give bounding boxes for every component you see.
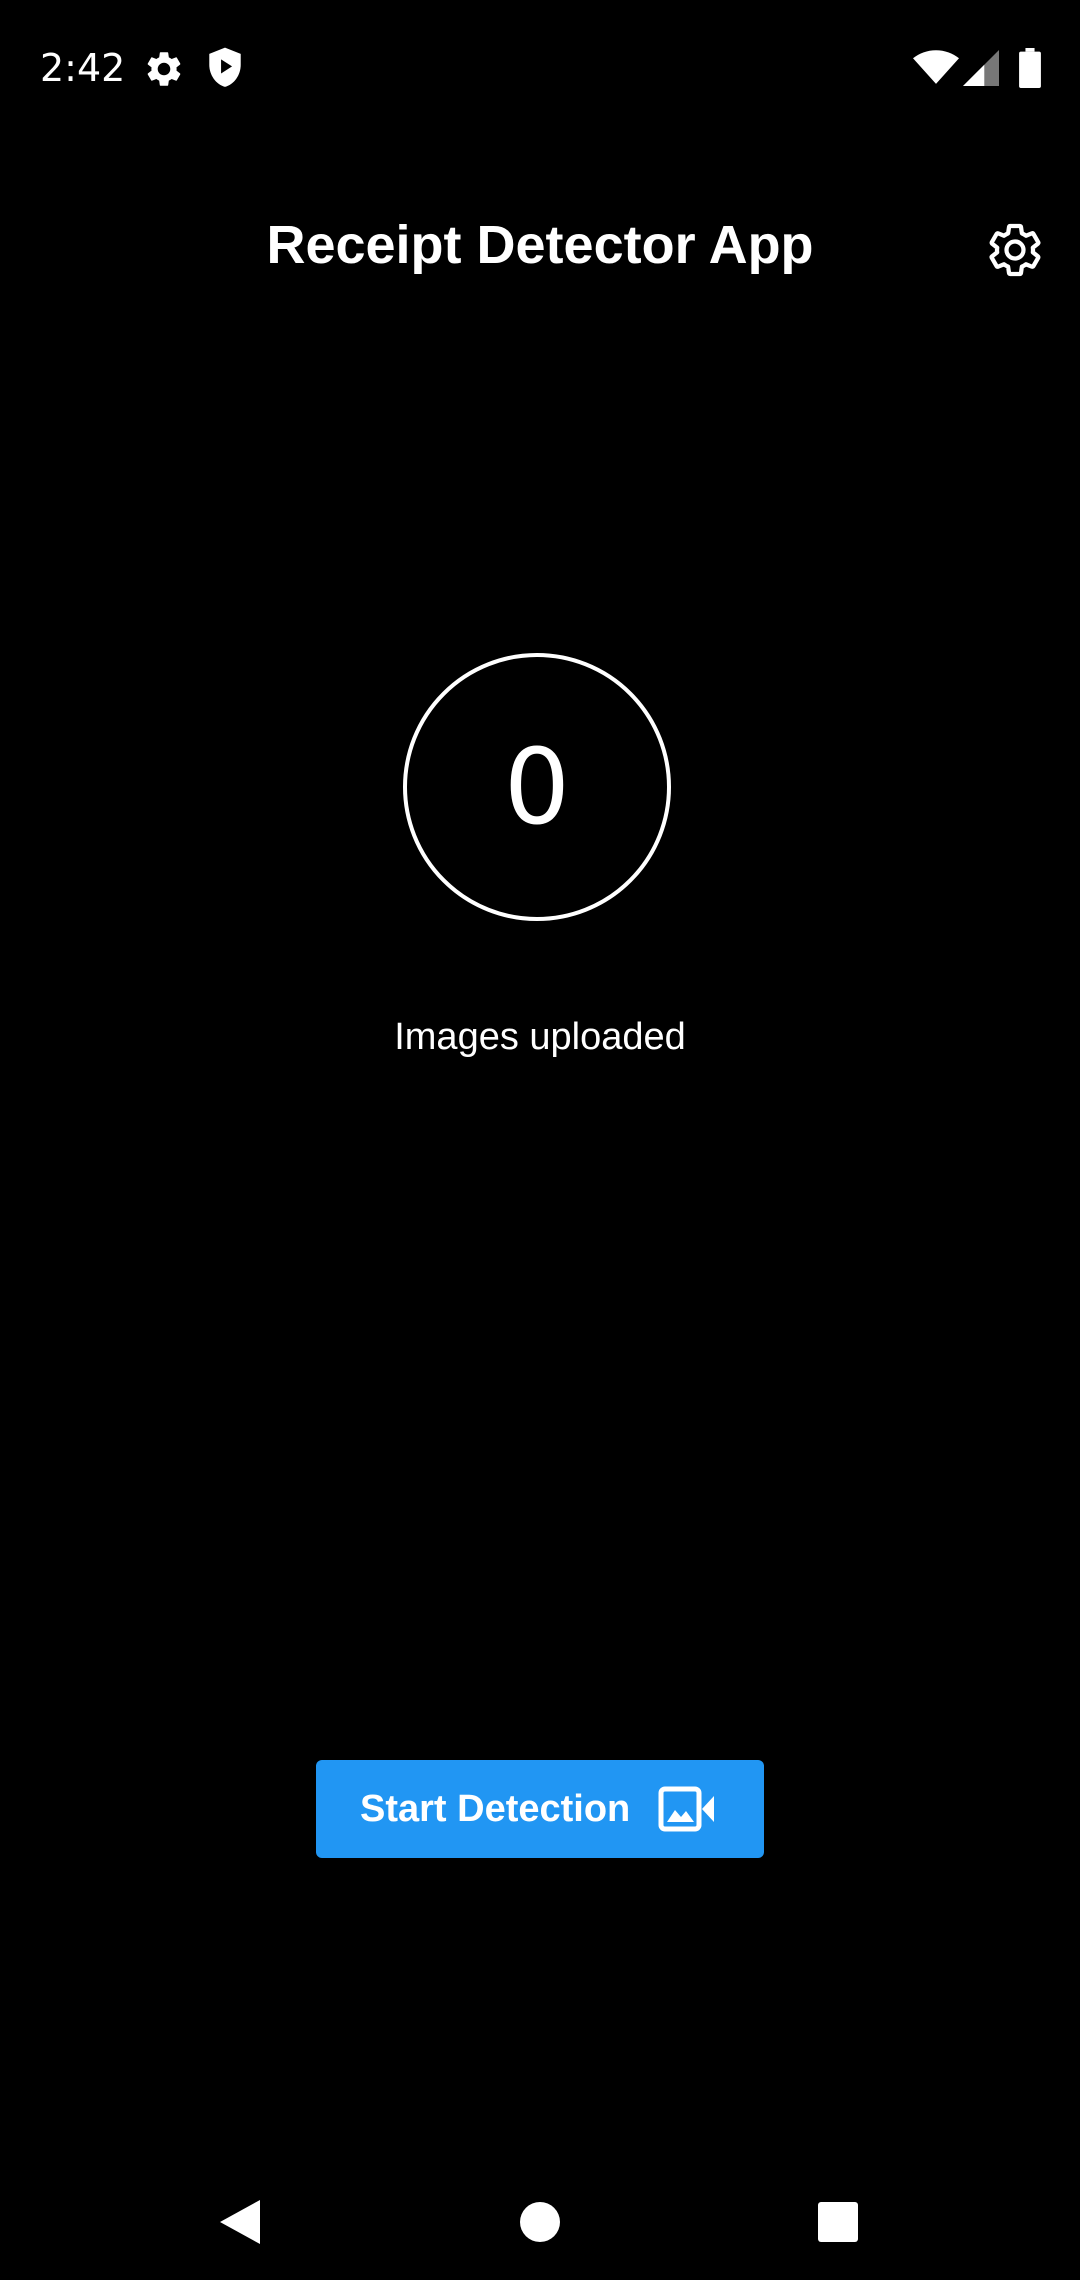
settings-icon: [147, 52, 181, 86]
recents-icon: [818, 2202, 858, 2242]
counter-label: Images uploaded: [394, 1016, 686, 1058]
wifi-icon: [913, 50, 959, 84]
screen: 2:42 Receipt Detector App 0 Images uploa…: [0, 0, 1080, 2280]
images-counter: 0: [403, 653, 671, 921]
nav-home-button[interactable]: [510, 2192, 570, 2252]
shield-play-icon: [209, 47, 241, 87]
video-image-icon: [658, 1786, 714, 1832]
app-title: Receipt Detector App: [266, 215, 814, 275]
status-bar: 2:42: [0, 0, 1080, 135]
start-detection-button[interactable]: Start Detection: [316, 1760, 764, 1858]
navigation-bar: [0, 2140, 1080, 2280]
nav-recents-button[interactable]: [808, 2192, 868, 2252]
settings-button[interactable]: [980, 215, 1050, 285]
status-time: 2:42: [40, 46, 126, 90]
gear-icon: [989, 223, 1041, 277]
signal-icon: [963, 50, 999, 86]
app-bar: Receipt Detector App: [0, 195, 1080, 305]
start-detection-label: Start Detection: [360, 1788, 631, 1830]
counter-value: 0: [503, 726, 571, 848]
nav-back-button[interactable]: [210, 2192, 270, 2252]
back-icon: [220, 2200, 260, 2244]
battery-icon: [1019, 48, 1041, 88]
home-icon: [520, 2202, 560, 2242]
